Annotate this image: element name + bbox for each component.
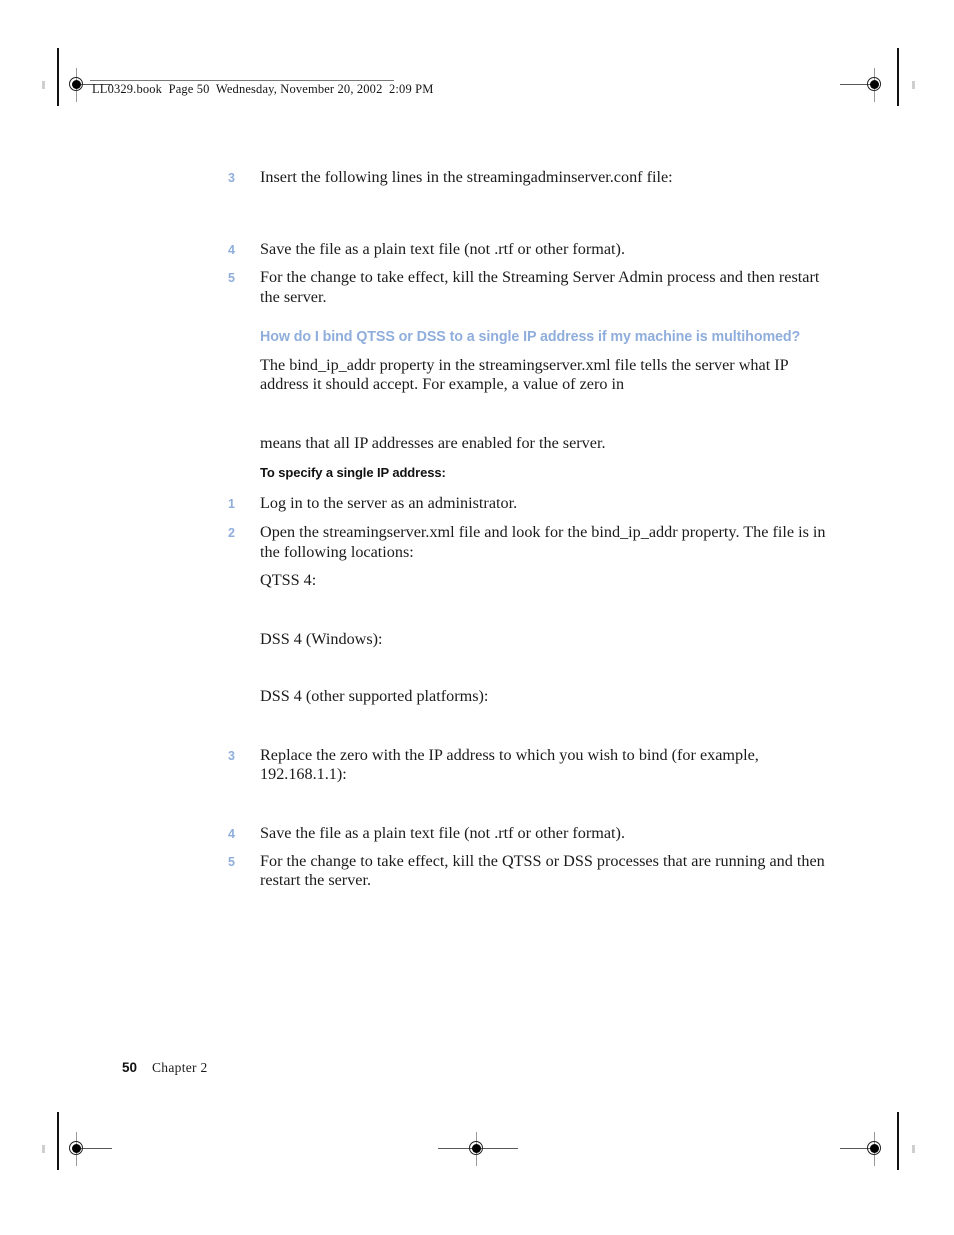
- numbered-step: 2 Open the streamingserver.xml file and l…: [228, 523, 828, 562]
- step-text: Save the file as a plain text file (not …: [260, 240, 625, 258]
- code-block-space: [228, 453, 828, 464]
- step-text: Insert the following lines in the stream…: [260, 168, 673, 186]
- content-column: 3 Insert the following lines in the strea…: [228, 168, 828, 891]
- code-block-space: [228, 562, 828, 571]
- registration-target-icon: [60, 1132, 112, 1166]
- trim-line-bottom-right: [897, 1112, 899, 1170]
- registration-target-icon: [60, 68, 112, 102]
- trim-line-top-right: [897, 48, 899, 106]
- trim-line-top-left: [57, 48, 59, 106]
- code-block-space: [228, 188, 828, 240]
- print-header-text: LL0329.book Page 50 Wednesday, November …: [92, 82, 434, 96]
- code-block-space: [228, 591, 828, 630]
- step-number: 5: [228, 854, 235, 869]
- code-block-space: [228, 785, 828, 824]
- trim-tick-bottom-right: [912, 1145, 915, 1153]
- numbered-step: 4 Save the file as a plain text file (not…: [228, 240, 828, 260]
- step-number: 2: [228, 526, 235, 540]
- numbered-step: 4 Save the file as a plain text file (not…: [228, 824, 828, 844]
- trim-tick-bottom-left: [42, 1145, 45, 1153]
- trim-tick-top-right: [912, 81, 915, 89]
- body-paragraph: The bind_ip_addr property in the streami…: [260, 355, 789, 394]
- step-text: Log in to the server as an administrator…: [260, 494, 518, 512]
- step-text: For the change to take effect, kill the …: [260, 268, 820, 306]
- registration-target-icon: [840, 68, 892, 102]
- section-heading: How do I bind QTSS or DSS to a single IP…: [260, 329, 801, 345]
- step-number: 3: [228, 171, 235, 185]
- page-footer: 50 Chapter 2: [122, 1060, 208, 1076]
- footer-page-number: 50: [122, 1060, 138, 1075]
- body-paragraph: QTSS 4:: [260, 571, 317, 589]
- code-block-space: [228, 481, 828, 494]
- code-block-space: [228, 347, 828, 356]
- step-number: 4: [228, 243, 235, 257]
- print-header-rule: [90, 80, 394, 81]
- step-number: 5: [228, 271, 235, 285]
- step-number: 1: [228, 497, 235, 511]
- registration-target-icon: [438, 1132, 518, 1166]
- numbered-step: 3 Insert the following lines in the strea…: [228, 168, 828, 188]
- step-number: 3: [228, 748, 235, 763]
- numbered-step: 1 Log in to the server as an administrato…: [228, 494, 828, 514]
- procedure-subhead: To specify a single IP address:: [260, 465, 446, 480]
- trim-line-bottom-left: [57, 1112, 59, 1170]
- step-text: For the change to take effect, kill the …: [260, 851, 825, 890]
- code-block-space: [228, 844, 828, 852]
- body-paragraph: means that all IP addresses are enabled …: [260, 433, 606, 452]
- code-block-space: [228, 707, 828, 746]
- numbered-step: 5 For the change to take effect, kill the…: [228, 268, 828, 307]
- code-block-space: [228, 395, 828, 434]
- trim-tick-top-left: [42, 81, 45, 89]
- body-paragraph: DSS 4 (other supported platforms):: [260, 687, 489, 705]
- code-block-space: [228, 260, 828, 268]
- step-text: Save the file as a plain text file (not …: [260, 823, 625, 842]
- code-block-space: [228, 307, 828, 329]
- footer-chapter-label: Chapter 2: [152, 1060, 208, 1075]
- step-text: Replace the zero with the IP address to …: [260, 745, 759, 784]
- code-block-space: [228, 649, 828, 687]
- code-block-space: [228, 514, 828, 523]
- registration-target-icon: [840, 1132, 892, 1166]
- body-paragraph: DSS 4 (Windows):: [260, 629, 383, 648]
- step-number: 4: [228, 826, 235, 841]
- numbered-step: 5 For the change to take effect, kill the…: [228, 852, 828, 891]
- numbered-step: 3 Replace the zero with the IP address to…: [228, 746, 828, 785]
- step-text: Open the streamingserver.xml file and lo…: [260, 523, 826, 561]
- document-page: LL0329.book Page 50 Wednesday, November …: [0, 0, 954, 1235]
